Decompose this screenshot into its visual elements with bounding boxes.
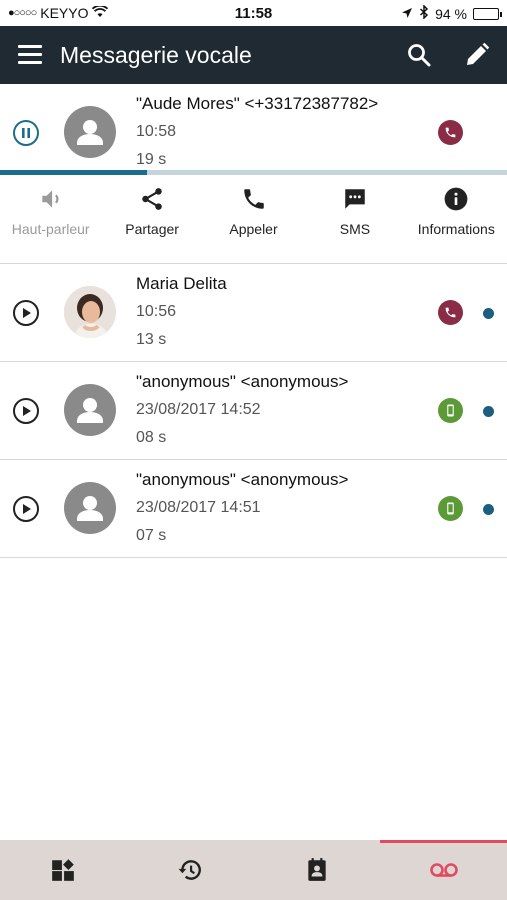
- playback-progress[interactable]: [0, 170, 507, 175]
- voicemail-time: 23/08/2017 14:52: [136, 401, 261, 418]
- info-label: Informations: [417, 221, 495, 237]
- app-bar: Messagerie vocale: [0, 26, 507, 84]
- mobile-icon: [447, 404, 454, 417]
- voicemail-list: "Aude Mores" <+33172387782> 10:58 19 s H…: [0, 84, 507, 558]
- caller-name: "anonymous" <anonymous>: [136, 372, 349, 391]
- bluetooth-icon: [419, 4, 429, 22]
- tab-contacts[interactable]: [254, 840, 381, 900]
- play-icon: [23, 504, 31, 514]
- tab-history[interactable]: [127, 840, 254, 900]
- voicemail-time: 10:58: [136, 123, 177, 140]
- unread-indicator: [483, 504, 494, 515]
- voicemail-item[interactable]: Maria Delita 10:56 13 s: [0, 264, 507, 362]
- share-icon: [142, 188, 162, 210]
- phone-icon: [445, 127, 456, 138]
- share-label: Partager: [125, 221, 179, 237]
- phone-type-badge: [438, 120, 463, 145]
- play-icon: [23, 406, 31, 416]
- caller-name: "anonymous" <anonymous>: [136, 470, 349, 489]
- voicemail-icon: [429, 863, 458, 877]
- play-button[interactable]: [13, 496, 39, 522]
- voicemail-actions: Haut-parleur Partager Appeler SMS Inform…: [0, 180, 507, 264]
- avatar: [64, 106, 116, 158]
- tab-dashboard[interactable]: [0, 840, 127, 900]
- voicemail-item[interactable]: "anonymous" <anonymous> 23/08/2017 14:51…: [0, 460, 507, 558]
- phone-icon: [243, 189, 264, 209]
- caller-name: "Aude Mores" <+33172387782>: [136, 94, 379, 113]
- avatar: [64, 384, 116, 436]
- voicemail-duration: 07 s: [136, 527, 167, 544]
- status-bar: ●○○○○ KEYYO 11:58 94 %: [0, 0, 507, 26]
- location-icon: [401, 6, 413, 22]
- history-icon: [178, 860, 202, 880]
- unread-indicator: [483, 406, 494, 417]
- sms-label: SMS: [339, 221, 371, 237]
- status-right: 94 %: [401, 4, 502, 22]
- voicemail-time: 10:56: [136, 303, 177, 320]
- phone-icon: [445, 307, 456, 318]
- playback-progress-fill: [0, 170, 148, 175]
- play-icon: [23, 308, 31, 318]
- share-button[interactable]: Partager: [101, 180, 202, 264]
- voicemail-item[interactable]: "Aude Mores" <+33172387782> 10:58 19 s H…: [0, 84, 507, 264]
- voicemail-item[interactable]: "anonymous" <anonymous> 23/08/2017 14:52…: [0, 362, 507, 460]
- search-icon[interactable]: [406, 42, 432, 68]
- voicemail-duration: 13 s: [136, 331, 167, 348]
- speaker-button[interactable]: Haut-parleur: [0, 180, 101, 264]
- contacts-icon: [308, 858, 326, 881]
- speaker-label: Haut-parleur: [11, 221, 90, 237]
- avatar: [64, 482, 116, 534]
- info-icon: [444, 187, 468, 211]
- pause-button[interactable]: [13, 120, 39, 146]
- phone-type-badge: [438, 300, 463, 325]
- mobile-type-badge: [438, 398, 463, 423]
- mobile-type-badge: [438, 496, 463, 521]
- person-icon: [77, 398, 103, 423]
- caller-name: Maria Delita: [136, 274, 227, 293]
- profile-photo: [64, 286, 116, 338]
- person-icon: [77, 496, 103, 521]
- voicemail-time: 23/08/2017 14:51: [136, 499, 261, 516]
- speaker-icon: [42, 190, 59, 208]
- info-button[interactable]: Informations: [406, 180, 507, 264]
- tab-voicemail[interactable]: [380, 840, 507, 900]
- battery-percent: 94 %: [435, 5, 467, 22]
- bottom-nav: [0, 840, 507, 900]
- person-icon: [77, 120, 103, 145]
- call-label: Appeler: [229, 221, 278, 237]
- voicemail-duration: 08 s: [136, 429, 167, 446]
- pause-icon: [22, 128, 30, 138]
- battery-icon: [473, 7, 502, 20]
- dashboard-icon: [52, 859, 75, 881]
- call-button[interactable]: Appeler: [203, 180, 304, 264]
- sms-icon: [345, 189, 365, 209]
- play-button[interactable]: [13, 300, 39, 326]
- avatar-photo: [64, 286, 116, 338]
- page-title: Messagerie vocale: [60, 42, 252, 68]
- play-button[interactable]: [13, 398, 39, 424]
- sms-button[interactable]: SMS: [304, 180, 405, 264]
- mobile-icon: [447, 502, 454, 515]
- edit-icon[interactable]: [464, 42, 490, 68]
- unread-indicator: [483, 308, 494, 319]
- voicemail-duration: 19 s: [136, 151, 167, 168]
- menu-icon[interactable]: [18, 45, 42, 65]
